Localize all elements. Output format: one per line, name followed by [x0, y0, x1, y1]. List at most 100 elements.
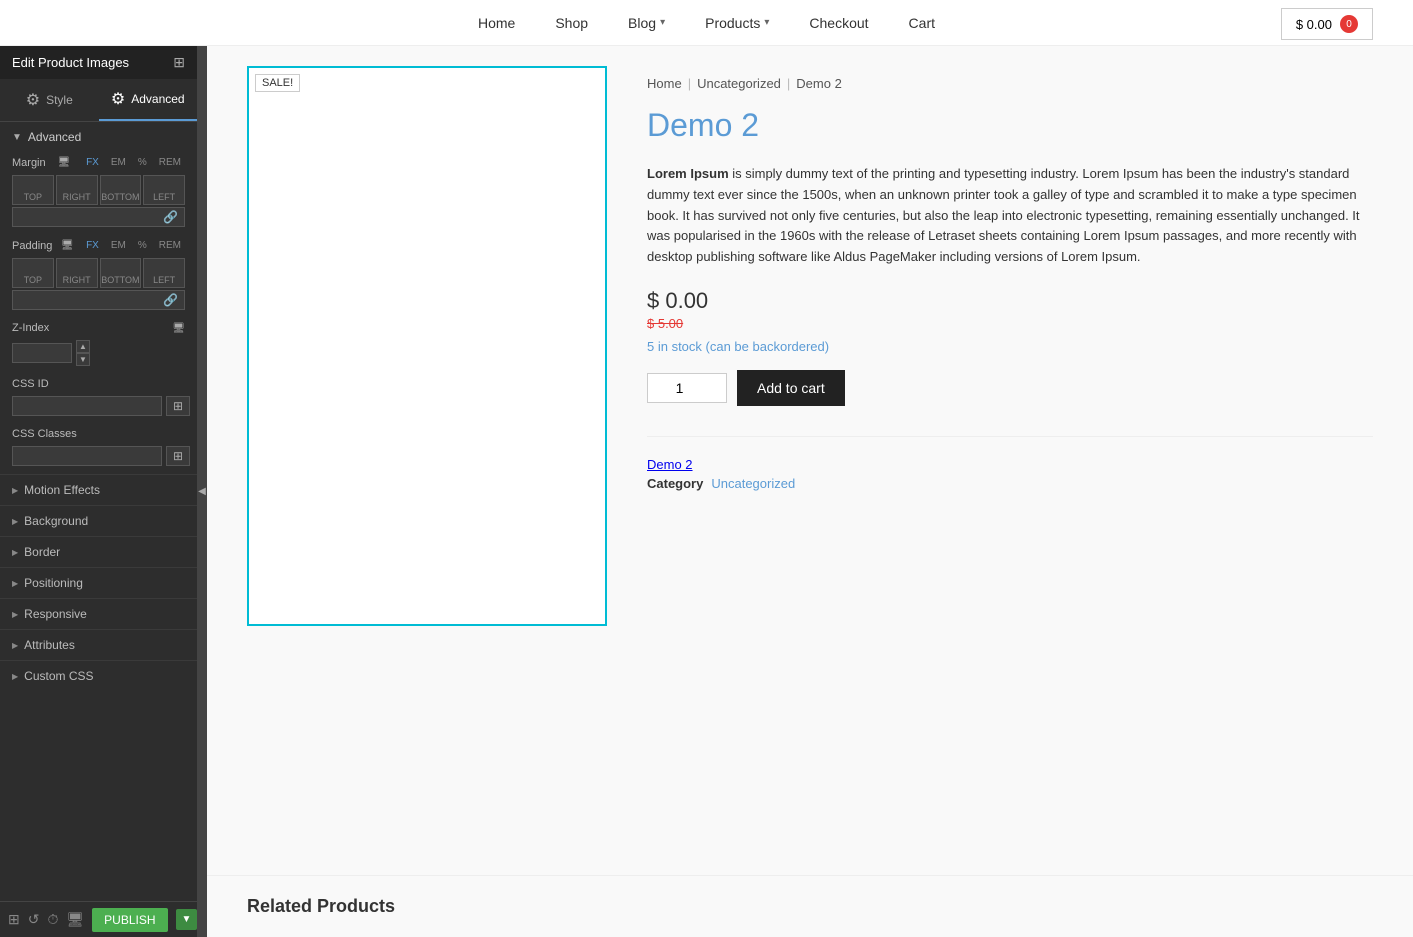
padding-unit-em[interactable]: EM — [107, 239, 130, 252]
panel-collapse-handle[interactable]: ◀ — [197, 46, 207, 937]
margin-left-field[interactable] — [144, 176, 184, 192]
padding-inputs: TOP RIGHT BOTTOM LEFT 🔗 — [0, 256, 197, 318]
padding-top-label: TOP — [24, 275, 42, 287]
zindex-up[interactable]: ▲ — [76, 340, 90, 353]
tab-style-label: Style — [46, 93, 73, 107]
responsive-section[interactable]: ▶ Responsive — [0, 598, 197, 629]
history-icon[interactable]: ⏱ — [47, 911, 58, 928]
cssid-field[interactable] — [12, 396, 162, 416]
padding-unit-fx[interactable]: FX — [82, 239, 103, 252]
margin-bottom-field[interactable] — [101, 176, 141, 192]
meta-product-row: Demo 2 — [647, 457, 1373, 472]
padding-top-field[interactable] — [13, 259, 53, 275]
nav-shop[interactable]: Shop — [555, 15, 588, 31]
preview-icon[interactable]: 🖥 — [66, 911, 84, 928]
advanced-icon: ⚙ — [111, 89, 125, 109]
motion-effects-arrow: ▶ — [12, 486, 18, 495]
padding-right-label: RIGHT — [63, 275, 91, 287]
margin-right-input[interactable]: RIGHT — [56, 175, 98, 205]
nav-products[interactable]: Products — [705, 15, 760, 31]
zindex-label: Z-Index — [12, 322, 49, 334]
padding-link-icon[interactable]: 🔗 — [12, 290, 185, 310]
unit-em[interactable]: EM — [107, 156, 130, 169]
margin-responsive-icon[interactable]: 🖥 — [58, 157, 71, 168]
undo-icon[interactable]: ↺ — [28, 911, 40, 928]
zindex-down[interactable]: ▼ — [76, 353, 90, 366]
padding-bottom-input[interactable]: BOTTOM — [100, 258, 142, 288]
zindex-responsive-icon[interactable]: 🖥 — [172, 323, 185, 334]
cssclasses-label: CSS Classes — [12, 428, 77, 440]
positioning-arrow: ▶ — [12, 579, 18, 588]
margin-inputs: TOP RIGHT BOTTOM LEFT 🔗 — [0, 173, 197, 235]
padding-right-field[interactable] — [57, 259, 97, 275]
padding-responsive-icon[interactable]: 🖥 — [61, 240, 74, 251]
margin-bottom-input[interactable]: BOTTOM — [100, 175, 142, 205]
publish-arrow-button[interactable]: ▼ — [176, 909, 197, 930]
unit-percent[interactable]: % — [134, 156, 151, 169]
publish-button[interactable]: PUBLISH — [92, 908, 167, 932]
unit-rem[interactable]: REM — [155, 156, 185, 169]
margin-label: Margin — [12, 157, 46, 169]
price-area: $ 0.00 $ 5.00 — [647, 288, 1373, 331]
custom-css-label: Custom CSS — [24, 669, 93, 683]
meta-category-link[interactable]: Uncategorized — [711, 476, 795, 491]
padding-unit-rem[interactable]: REM — [155, 239, 185, 252]
unit-fx[interactable]: FX — [82, 156, 103, 169]
margin-right-field[interactable] — [57, 176, 97, 192]
margin-top-input[interactable]: TOP — [12, 175, 54, 205]
margin-left-input[interactable]: LEFT — [143, 175, 185, 205]
background-label: Background — [24, 514, 88, 528]
meta-product-link[interactable]: Demo 2 — [647, 457, 693, 472]
padding-left-input[interactable]: LEFT — [143, 258, 185, 288]
products-dropdown-icon[interactable]: ▾ — [764, 17, 769, 28]
border-label: Border — [24, 545, 60, 559]
price-current-value: $ 0.00 — [647, 288, 708, 314]
grid-bottom-icon[interactable]: ⊞ — [8, 911, 20, 928]
grid-icon[interactable]: ⊞ — [173, 54, 185, 71]
zindex-field[interactable] — [12, 343, 72, 363]
advanced-section-header[interactable]: ▼ Advanced — [0, 122, 197, 152]
padding-left-label: LEFT — [153, 275, 175, 287]
price-old: $ 5.00 — [647, 316, 1373, 331]
add-to-cart-row: Add to cart — [647, 370, 1373, 406]
padding-left-field[interactable] — [144, 259, 184, 275]
margin-link-icon[interactable]: 🔗 — [12, 207, 185, 227]
blog-dropdown-icon[interactable]: ▾ — [660, 17, 665, 28]
border-section[interactable]: ▶ Border — [0, 536, 197, 567]
nav-cart[interactable]: Cart — [909, 15, 935, 31]
cssid-copy-button[interactable]: ⊞ — [166, 396, 190, 416]
padding-bottom-field[interactable] — [101, 259, 141, 275]
nav-home[interactable]: Home — [478, 15, 515, 31]
nav-checkout[interactable]: Checkout — [809, 15, 868, 31]
related-products-title: Related Products — [247, 896, 395, 916]
cart-button[interactable]: $ 0.00 0 — [1281, 8, 1373, 40]
padding-right-input[interactable]: RIGHT — [56, 258, 98, 288]
custom-css-arrow: ▶ — [12, 672, 18, 681]
quantity-input[interactable] — [647, 373, 727, 403]
margin-bottom-label: BOTTOM — [101, 192, 139, 204]
breadcrumb-home[interactable]: Home — [647, 76, 682, 91]
add-to-cart-button[interactable]: Add to cart — [737, 370, 845, 406]
positioning-section[interactable]: ▶ Positioning — [0, 567, 197, 598]
background-section[interactable]: ▶ Background — [0, 505, 197, 536]
cssclasses-field[interactable] — [12, 446, 162, 466]
padding-unit-percent[interactable]: % — [134, 239, 151, 252]
product-desc-text: is simply dummy text of the printing and… — [647, 166, 1360, 264]
cart-amount: $ 0.00 — [1296, 17, 1332, 32]
breadcrumb-uncategorized[interactable]: Uncategorized — [697, 76, 781, 91]
margin-top-field[interactable] — [13, 176, 53, 192]
nav-blog[interactable]: Blog — [628, 15, 656, 31]
zindex-row-label: Z-Index 🖥 — [0, 318, 197, 338]
tab-style[interactable]: ⚙ Style — [0, 79, 99, 121]
product-image-placeholder: SALE! — [247, 66, 607, 626]
positioning-label: Positioning — [24, 576, 83, 590]
left-panel: Edit Product Images ⊞ ⚙ Style ⚙ Advanced… — [0, 46, 197, 937]
motion-effects-section[interactable]: ▶ Motion Effects — [0, 474, 197, 505]
product-desc-bold: Lorem Ipsum — [647, 166, 729, 181]
padding-top-input[interactable]: TOP — [12, 258, 54, 288]
attributes-section[interactable]: ▶ Attributes — [0, 629, 197, 660]
padding-units: FX EM % REM — [82, 239, 185, 252]
cssclasses-copy-button[interactable]: ⊞ — [166, 446, 190, 466]
custom-css-section[interactable]: ▶ Custom CSS — [0, 660, 197, 691]
tab-advanced[interactable]: ⚙ Advanced — [99, 79, 198, 121]
